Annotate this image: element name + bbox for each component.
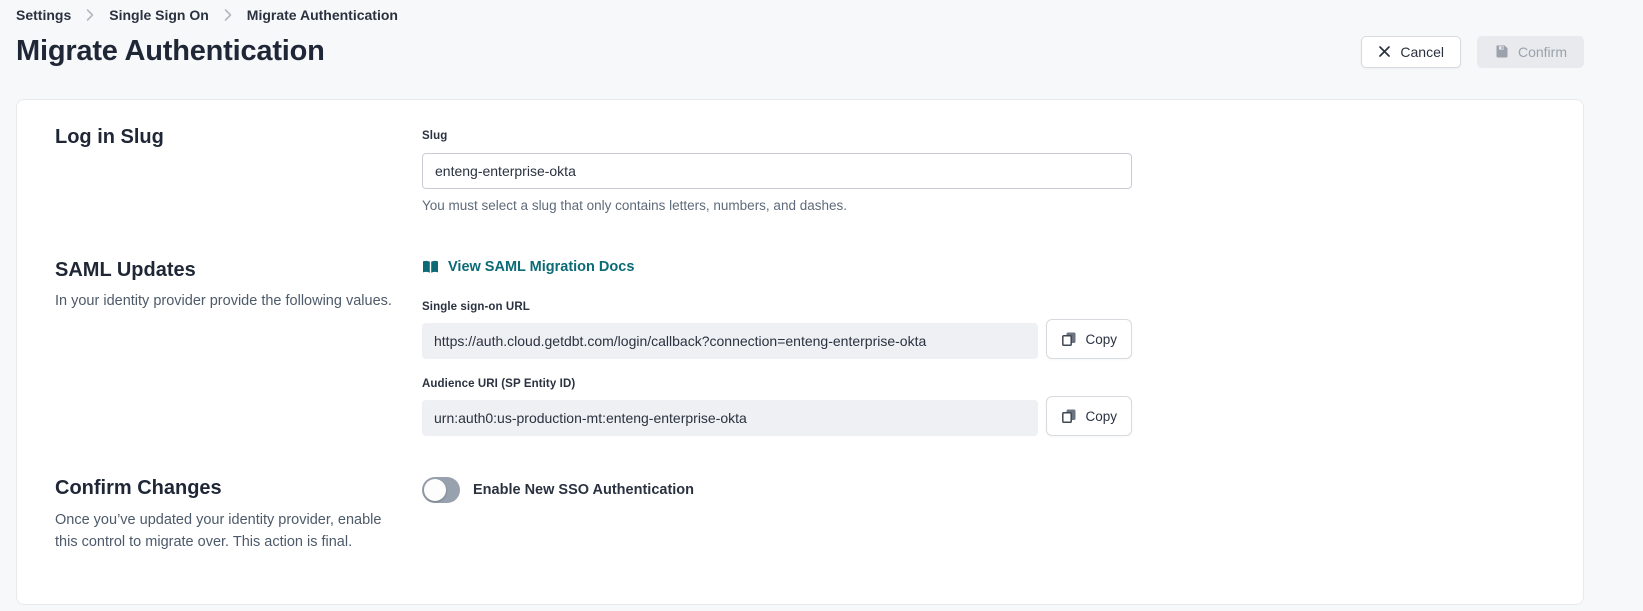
save-icon — [1494, 44, 1509, 59]
cancel-button[interactable]: Cancel — [1361, 36, 1461, 68]
slug-input[interactable] — [422, 153, 1132, 189]
close-icon — [1378, 45, 1391, 58]
migrate-authentication-page: Settings Single Sign On Migrate Authenti… — [0, 0, 1643, 611]
copy-sso-url-button[interactable]: Copy — [1046, 319, 1132, 359]
toggle-knob — [424, 479, 446, 501]
cancel-button-label: Cancel — [1400, 44, 1444, 60]
view-saml-migration-docs-link[interactable]: View SAML Migration Docs — [422, 259, 634, 275]
login-slug-heading: Log in Slug — [55, 126, 422, 149]
enable-sso-toggle[interactable] — [422, 477, 460, 503]
breadcrumb-single-sign-on[interactable]: Single Sign On — [109, 7, 209, 23]
sso-url-value: https://auth.cloud.getdbt.com/login/call… — [422, 323, 1038, 359]
confirm-changes-description: Once you’ve updated your identity provid… — [55, 510, 385, 554]
login-slug-section: Log in Slug Slug You must select a slug … — [55, 126, 1545, 213]
sso-url-label: Single sign-on URL — [422, 301, 530, 313]
chevron-right-icon — [85, 8, 95, 22]
confirm-changes-heading: Confirm Changes — [55, 477, 422, 500]
copy-button-label: Copy — [1085, 332, 1117, 347]
breadcrumb-settings[interactable]: Settings — [16, 7, 71, 23]
header-actions: Cancel Confirm — [1361, 36, 1584, 68]
saml-updates-subtitle: In your identity provider provide the fo… — [55, 291, 395, 312]
page-title: Migrate Authentication — [16, 35, 325, 68]
docs-link-label: View SAML Migration Docs — [448, 259, 634, 275]
audience-uri-value: urn:auth0:us-production-mt:enteng-enterp… — [422, 400, 1038, 436]
book-open-icon — [422, 260, 439, 274]
saml-updates-section: SAML Updates In your identity provider p… — [55, 259, 1545, 436]
page-header: Migrate Authentication Cancel — [16, 35, 1584, 68]
copy-icon — [1061, 331, 1077, 347]
saml-updates-heading: SAML Updates — [55, 259, 422, 282]
confirm-button[interactable]: Confirm — [1477, 36, 1584, 68]
migrate-authentication-card: Log in Slug Slug You must select a slug … — [16, 99, 1584, 605]
enable-sso-toggle-label: Enable New SSO Authentication — [473, 482, 694, 498]
chevron-right-icon — [223, 8, 233, 22]
copy-button-label: Copy — [1085, 409, 1117, 424]
breadcrumb: Settings Single Sign On Migrate Authenti… — [16, 0, 1584, 23]
slug-helper-text: You must select a slug that only contain… — [422, 198, 1132, 213]
confirm-changes-section: Confirm Changes Once you’ve updated your… — [55, 477, 1545, 554]
copy-audience-uri-button[interactable]: Copy — [1046, 396, 1132, 436]
breadcrumb-migrate-authentication: Migrate Authentication — [247, 7, 398, 23]
confirm-button-label: Confirm — [1518, 44, 1567, 60]
copy-icon — [1061, 408, 1077, 424]
slug-label: Slug — [422, 130, 447, 142]
audience-uri-label: Audience URI (SP Entity ID) — [422, 378, 575, 390]
